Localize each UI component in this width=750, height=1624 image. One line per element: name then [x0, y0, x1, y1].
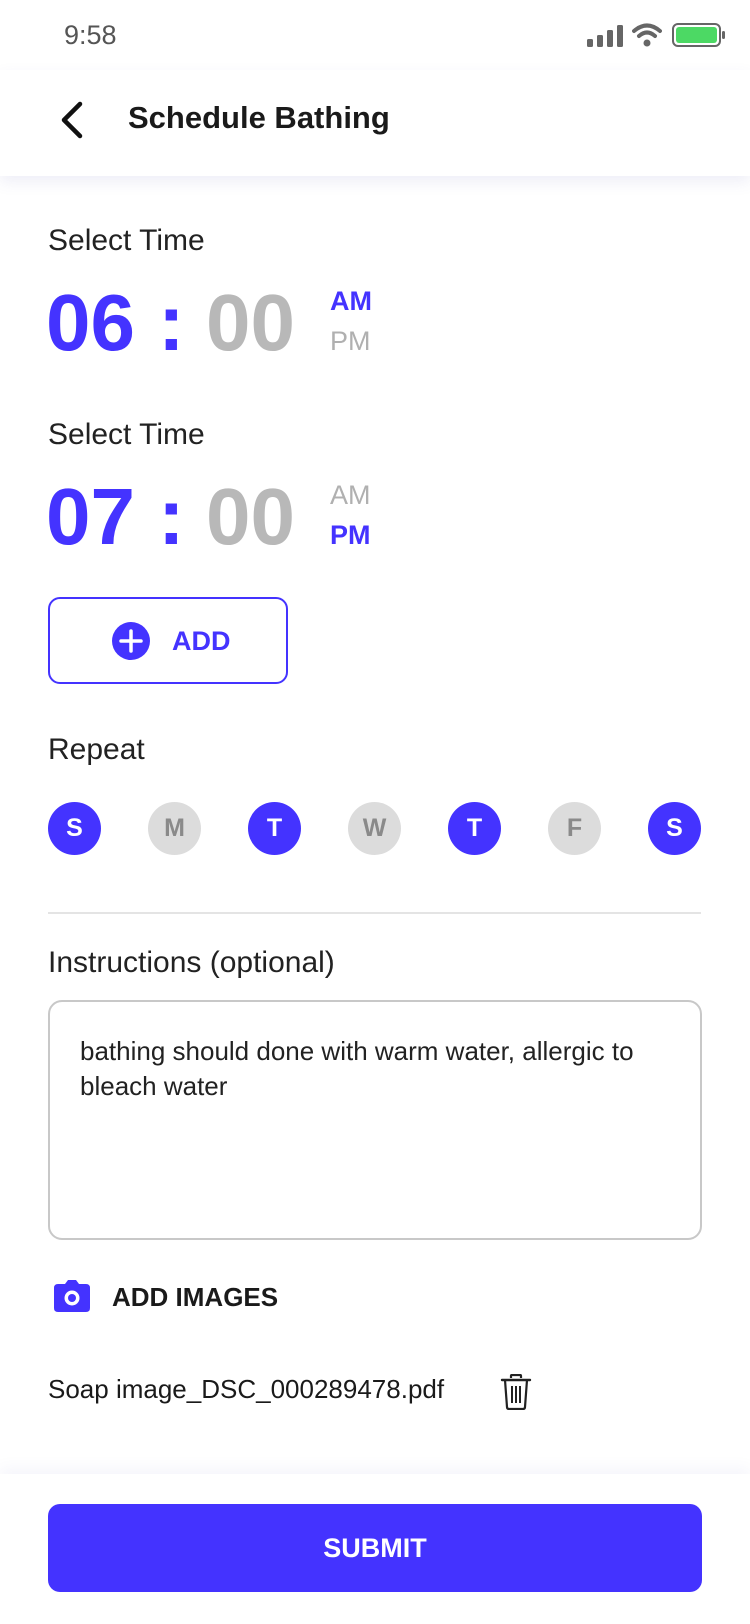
wifi-icon — [632, 23, 662, 47]
day-toggle-saturday[interactable]: S — [648, 802, 701, 855]
page-title: Schedule Bathing — [128, 100, 390, 135]
attachment-file-name: Soap image_DSC_000289478.pdf — [48, 1374, 445, 1404]
select-time-label-2: Select Time — [48, 418, 205, 451]
time-separator-1: : — [158, 278, 185, 367]
add-button-label: ADD — [172, 626, 231, 656]
trash-icon[interactable] — [500, 1374, 532, 1410]
pm-option-2[interactable]: PM — [330, 520, 371, 551]
app-header: Schedule Bathing — [0, 70, 750, 176]
plus-circle-icon — [112, 622, 150, 660]
submit-button[interactable]: SUBMIT — [48, 1504, 702, 1592]
status-bar: 9:58 — [0, 0, 750, 70]
instructions-textarea[interactable]: bathing should done with warm water, all… — [48, 1000, 702, 1240]
divider — [48, 912, 701, 914]
battery-icon — [672, 23, 725, 47]
minute-value-2[interactable]: 00 — [206, 472, 295, 562]
day-toggle-thursday[interactable]: T — [448, 802, 501, 855]
day-toggle-monday[interactable]: M — [148, 802, 201, 855]
repeat-days: S M T W T F S — [48, 802, 701, 856]
camera-icon — [54, 1280, 90, 1312]
am-option-1[interactable]: AM — [330, 286, 372, 317]
day-toggle-sunday[interactable]: S — [48, 802, 101, 855]
add-time-button[interactable]: ADD — [48, 597, 288, 684]
am-option-2[interactable]: AM — [330, 480, 371, 511]
repeat-label: Repeat — [48, 733, 145, 766]
day-toggle-tuesday[interactable]: T — [248, 802, 301, 855]
time-picker-2: 07 : 00 AM PM — [46, 472, 446, 562]
add-images-button[interactable]: ADD IMAGES — [52, 1276, 352, 1320]
cellular-signal-icon — [587, 25, 623, 47]
hour-value-1[interactable]: 06 — [46, 278, 135, 368]
select-time-label-1: Select Time — [48, 224, 205, 257]
status-time: 9:58 — [64, 20, 117, 50]
pm-option-1[interactable]: PM — [330, 326, 371, 357]
add-images-label: ADD IMAGES — [112, 1282, 279, 1312]
time-separator-2: : — [158, 472, 185, 561]
back-button[interactable] — [48, 94, 100, 146]
day-toggle-friday[interactable]: F — [548, 802, 601, 855]
day-toggle-wednesday[interactable]: W — [348, 802, 401, 855]
hour-value-2[interactable]: 07 — [46, 472, 135, 562]
chevron-left-icon — [61, 101, 83, 139]
instructions-label: Instructions (optional) — [48, 946, 335, 979]
minute-value-1[interactable]: 00 — [206, 278, 295, 368]
time-picker-1: 06 : 00 AM PM — [46, 278, 446, 368]
footer-bar: SUBMIT — [0, 1474, 750, 1624]
